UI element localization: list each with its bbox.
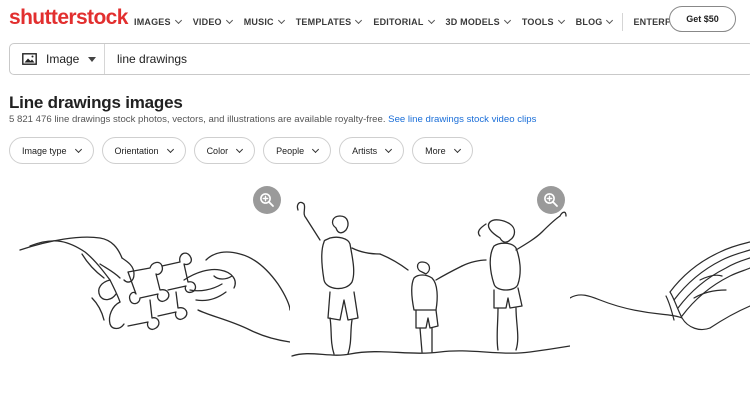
chevron-down-icon xyxy=(427,16,435,25)
filter-artists[interactable]: Artists xyxy=(339,137,405,164)
nav-item-3d-models[interactable]: 3D MODELS xyxy=(445,16,511,27)
image-icon xyxy=(22,53,37,65)
search-type-dropdown[interactable]: Image xyxy=(10,44,105,74)
zoom-button-2[interactable] xyxy=(537,186,565,214)
filter-bar: Image type Orientation Color People Arti… xyxy=(9,137,481,164)
search-input[interactable] xyxy=(117,52,617,66)
chevron-down-icon xyxy=(557,16,565,25)
family-illustration xyxy=(291,201,570,357)
nav-item-label: TOOLS xyxy=(521,17,554,27)
nav-item-blog[interactable]: BLOG xyxy=(575,16,614,27)
nav-item-label: BLOG xyxy=(575,17,603,27)
filter-image-type[interactable]: Image type xyxy=(9,137,94,164)
filter-color[interactable]: Color xyxy=(193,137,256,164)
filter-label: People xyxy=(276,145,305,156)
chevron-down-icon xyxy=(277,16,285,25)
nav-item-label: MUSIC xyxy=(243,17,274,27)
zoom-in-icon xyxy=(260,193,274,207)
nav-item-label: IMAGES xyxy=(134,17,171,27)
chevron-down-icon xyxy=(166,145,174,153)
chevron-down-icon xyxy=(606,16,614,25)
video-clips-link[interactable]: See line drawings stock video clips xyxy=(388,114,536,125)
filter-label: Color xyxy=(206,145,229,156)
search-type-label: Image xyxy=(46,52,80,66)
open-book-illustration xyxy=(570,241,750,331)
chevron-down-icon xyxy=(312,145,320,153)
chevron-down-icon xyxy=(174,16,182,25)
nav-item-music[interactable]: MUSIC xyxy=(243,16,285,27)
shutterstock-logo[interactable]: shutterstock xyxy=(9,6,128,30)
chevron-down-icon xyxy=(225,16,233,25)
get-50-button[interactable]: Get $50 xyxy=(669,6,736,32)
filter-people[interactable]: People xyxy=(263,137,332,164)
image-tile-open-book[interactable] xyxy=(570,180,750,380)
chevron-down-icon xyxy=(453,145,461,153)
chevron-down-icon xyxy=(236,145,244,153)
image-tile-family-jumping[interactable] xyxy=(290,180,570,380)
image-gallery xyxy=(0,180,750,400)
nav-item-label: 3D MODELS xyxy=(445,17,500,27)
filter-orientation[interactable]: Orientation xyxy=(101,137,186,164)
logo-text: shutterstock xyxy=(9,6,128,29)
zoom-in-icon xyxy=(544,193,558,207)
filter-label: Artists xyxy=(352,145,378,156)
puzzle-hands-illustration xyxy=(19,236,290,343)
filter-more[interactable]: More xyxy=(412,137,473,164)
page-title: Line drawings images xyxy=(9,93,183,112)
nav-item-label: TEMPLATES xyxy=(295,17,352,27)
caret-down-icon xyxy=(88,56,96,62)
chevron-down-icon xyxy=(503,16,511,25)
filter-label: Image type xyxy=(22,145,67,156)
chevron-down-icon xyxy=(74,145,82,153)
chevron-down-icon xyxy=(385,145,393,153)
nav-item-label: VIDEO xyxy=(192,17,222,27)
chevron-down-icon xyxy=(355,16,363,25)
filter-label: More xyxy=(425,145,446,156)
nav-item-images[interactable]: IMAGES xyxy=(134,16,182,27)
nav-item-templates[interactable]: TEMPLATES xyxy=(295,16,363,27)
zoom-button-1[interactable] xyxy=(253,186,281,214)
nav-item-tools[interactable]: TOOLS xyxy=(521,16,565,27)
search-bar: Image xyxy=(9,43,750,75)
nav-menu: IMAGES VIDEO MUSIC TEMPLATES EDITORIAL 3… xyxy=(134,13,693,31)
nav-item-editorial[interactable]: EDITORIAL xyxy=(373,16,435,27)
results-summary: 5 821 476 line drawings stock photos, ve… xyxy=(9,114,536,125)
nav-item-video[interactable]: VIDEO xyxy=(192,16,233,27)
filter-label: Orientation xyxy=(114,145,159,156)
top-navigation: shutterstock IMAGES VIDEO MUSIC TEMPLATE… xyxy=(0,0,750,38)
results-count-text: 5 821 476 line drawings stock photos, ve… xyxy=(9,114,386,125)
nav-item-label: EDITORIAL xyxy=(373,17,424,27)
image-tile-puzzle-hands[interactable] xyxy=(0,180,290,380)
nav-divider xyxy=(622,13,624,31)
